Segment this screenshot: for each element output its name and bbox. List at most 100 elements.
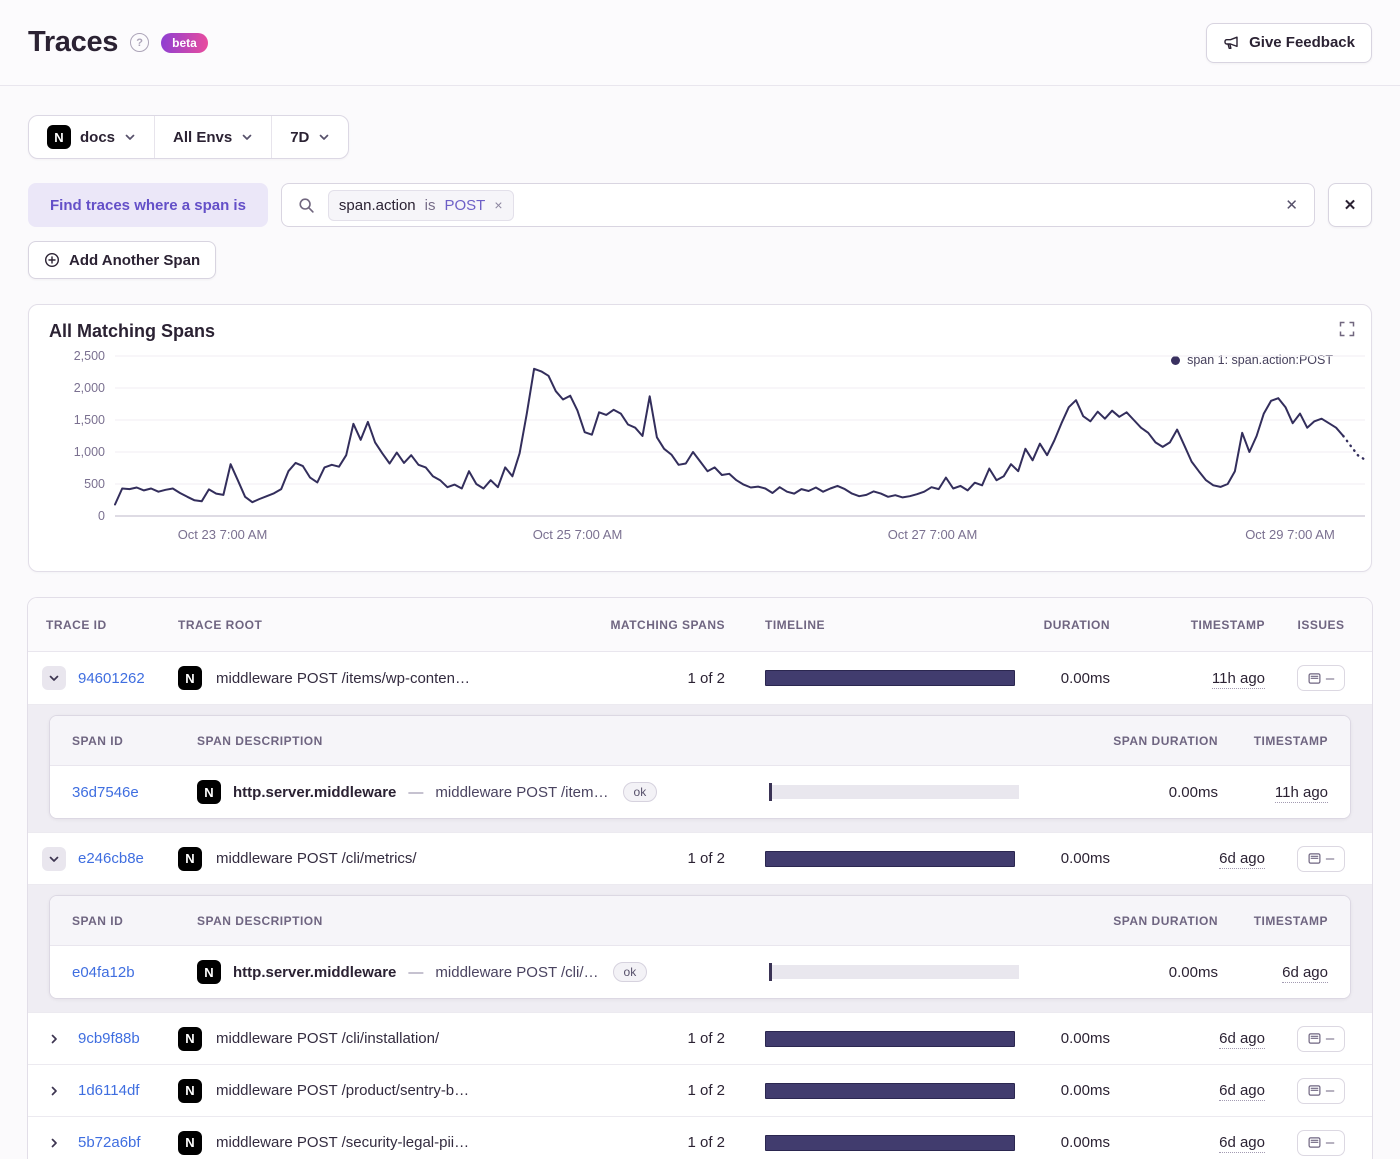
- spans-subtable-header: SPAN ID SPAN DESCRIPTION SPAN DURATION T…: [50, 896, 1350, 946]
- span-timeline-track: [772, 965, 1019, 979]
- col-span-id: SPAN ID: [72, 913, 124, 928]
- trace-timestamp[interactable]: 11h ago: [1211, 669, 1265, 689]
- trace-timeline-bar[interactable]: [765, 1082, 1015, 1099]
- trace-timestamp[interactable]: 6d ago: [1219, 850, 1265, 869]
- expand-trace-icon[interactable]: [42, 1079, 66, 1103]
- beta-badge: beta: [161, 32, 208, 53]
- issues-icon: [1308, 853, 1321, 864]
- trace-duration: 0.00ms: [1060, 669, 1110, 687]
- span-op: http.server.middleware: [233, 783, 397, 801]
- col-trace-root: TRACE ROOT: [178, 617, 263, 632]
- clear-search-icon[interactable]: ✕: [1285, 196, 1298, 214]
- col-span-id: SPAN ID: [72, 733, 124, 748]
- col-issues: ISSUES: [1297, 617, 1345, 632]
- col-timestamp: TIMESTAMP: [1190, 617, 1265, 632]
- all-matching-spans-panel: All Matching Spans span 1: span.action:P…: [28, 304, 1372, 572]
- nextjs-platform-icon: N: [197, 960, 221, 984]
- x-tick-label: Oct 23 7:00 AM: [177, 527, 268, 542]
- spans-line-chart: [114, 355, 1367, 517]
- x-tick-label: Oct 25 7:00 AM: [532, 527, 623, 542]
- span-id-link[interactable]: 36d7546e: [72, 784, 197, 801]
- token-key: span.action: [338, 196, 416, 214]
- environment-filter[interactable]: All Envs: [155, 116, 271, 158]
- page-filter-bar: N docs All Envs 7D: [28, 115, 350, 159]
- issues-count: –: [1325, 850, 1335, 867]
- give-feedback-button[interactable]: Give Feedback: [1206, 22, 1372, 63]
- expand-trace-icon[interactable]: [42, 1131, 66, 1155]
- nextjs-platform-icon: N: [178, 1078, 202, 1103]
- y-tick-label: 1,000: [73, 445, 105, 459]
- span-op: http.server.middleware: [233, 963, 397, 981]
- span-timeline[interactable]: [769, 963, 1019, 981]
- matching-spans-count: 1 of 2: [687, 1082, 725, 1099]
- col-span-timestamp: TIMESTAMP: [1253, 913, 1328, 928]
- trace-root-text: middleware POST /items/wp-conten…: [216, 669, 470, 687]
- trace-timeline-bar[interactable]: [765, 1134, 1015, 1151]
- matching-spans-count: 1 of 2: [687, 1030, 725, 1047]
- trace-timestamp[interactable]: 6d ago: [1219, 1082, 1265, 1101]
- trace-id-link[interactable]: 5b72a6bf: [78, 1134, 141, 1151]
- project-filter[interactable]: N docs: [29, 116, 154, 158]
- page-title: Traces: [28, 26, 119, 58]
- fullscreen-icon[interactable]: [1339, 321, 1355, 337]
- date-range-filter[interactable]: 7D: [272, 116, 348, 158]
- remove-span-row-button[interactable]: ✕: [1328, 183, 1372, 227]
- trace-root-text: middleware POST /product/sentry-b…: [216, 1082, 470, 1099]
- add-another-span-button[interactable]: Add Another Span: [28, 241, 217, 279]
- token-remove-icon[interactable]: ×: [494, 197, 502, 213]
- span-search-input[interactable]: span.action is POST × ✕: [280, 183, 1315, 227]
- environment-filter-label: All Envs: [173, 128, 233, 146]
- collapse-trace-icon[interactable]: [42, 846, 66, 871]
- issues-button[interactable]: –: [1297, 1025, 1345, 1052]
- date-range-filter-label: 7D: [290, 128, 310, 146]
- issues-button[interactable]: –: [1297, 665, 1345, 691]
- span-timestamp[interactable]: 6d ago: [1282, 963, 1328, 983]
- trace-root-text: middleware POST /cli/metrics/: [216, 850, 417, 867]
- spans-subtable-header: SPAN ID SPAN DESCRIPTION SPAN DURATION T…: [50, 716, 1350, 766]
- span-description: middleware POST /item…: [435, 783, 609, 801]
- search-filter-token[interactable]: span.action is POST ×: [327, 189, 514, 221]
- trace-row: 94601262 N middleware POST /items/wp-con…: [28, 652, 1372, 704]
- expanded-spans-section: SPAN ID SPAN DESCRIPTION SPAN DURATION T…: [28, 884, 1372, 1012]
- trace-id-link[interactable]: 1d6114df: [78, 1082, 139, 1099]
- trace-row: 1d6114df N middleware POST /product/sent…: [28, 1064, 1372, 1116]
- traces-table: TRACE ID TRACE ROOT MATCHING SPANS TIMEL…: [27, 597, 1373, 1159]
- issues-button[interactable]: –: [1297, 1129, 1345, 1156]
- chart-area: 0 500 1,000 1,500 2,000 2,500 Oct 23 7:00 AM O…: [49, 349, 1367, 550]
- add-another-span-label: Add Another Span: [69, 251, 201, 269]
- trace-timestamp[interactable]: 6d ago: [1219, 1134, 1265, 1153]
- give-feedback-label: Give Feedback: [1249, 34, 1355, 51]
- span-timestamp[interactable]: 11h ago: [1274, 783, 1328, 803]
- trace-id-link[interactable]: e246cb8e: [78, 850, 144, 867]
- span-timeline[interactable]: [769, 783, 1019, 801]
- trace-timeline-bar[interactable]: [765, 850, 1015, 867]
- trace-root-text: middleware POST /cli/installation/: [216, 1030, 440, 1047]
- separator: —: [408, 783, 424, 801]
- expand-trace-icon[interactable]: [42, 1027, 66, 1051]
- span-id-link[interactable]: e04fa12b: [72, 964, 197, 981]
- span-row: e04fa12b N http.server.middleware — midd…: [50, 946, 1350, 998]
- issues-button[interactable]: –: [1297, 845, 1345, 872]
- issues-icon: [1308, 1033, 1321, 1044]
- issues-button[interactable]: –: [1297, 1077, 1345, 1104]
- trace-root-text: middleware POST /security-legal-pii…: [216, 1134, 470, 1151]
- span-row: 36d7546e N http.server.middleware — midd…: [50, 766, 1350, 818]
- span-duration: 0.00ms: [1168, 783, 1218, 801]
- help-icon[interactable]: ?: [130, 33, 150, 52]
- trace-timeline-bar[interactable]: [765, 1030, 1015, 1047]
- issues-count: –: [1325, 1082, 1335, 1099]
- chart-title: All Matching Spans: [49, 321, 216, 341]
- y-tick-label: 1,500: [73, 413, 105, 427]
- y-tick-label: 2,500: [73, 349, 105, 363]
- page-header: Traces ? beta Give Feedback: [0, 0, 1400, 86]
- trace-timestamp[interactable]: 6d ago: [1219, 1030, 1265, 1049]
- span-description: middleware POST /cli/…: [435, 963, 599, 981]
- trace-timeline-bar[interactable]: [765, 670, 1015, 686]
- trace-id-link[interactable]: 94601262: [78, 670, 145, 687]
- issues-count: –: [1325, 1030, 1335, 1047]
- trace-id-link[interactable]: 9cb9f88b: [78, 1030, 140, 1047]
- col-span-timestamp: TIMESTAMP: [1253, 733, 1328, 748]
- project-filter-label: docs: [80, 128, 116, 146]
- matching-spans-count: 1 of 2: [687, 850, 725, 867]
- collapse-trace-icon[interactable]: [42, 666, 66, 690]
